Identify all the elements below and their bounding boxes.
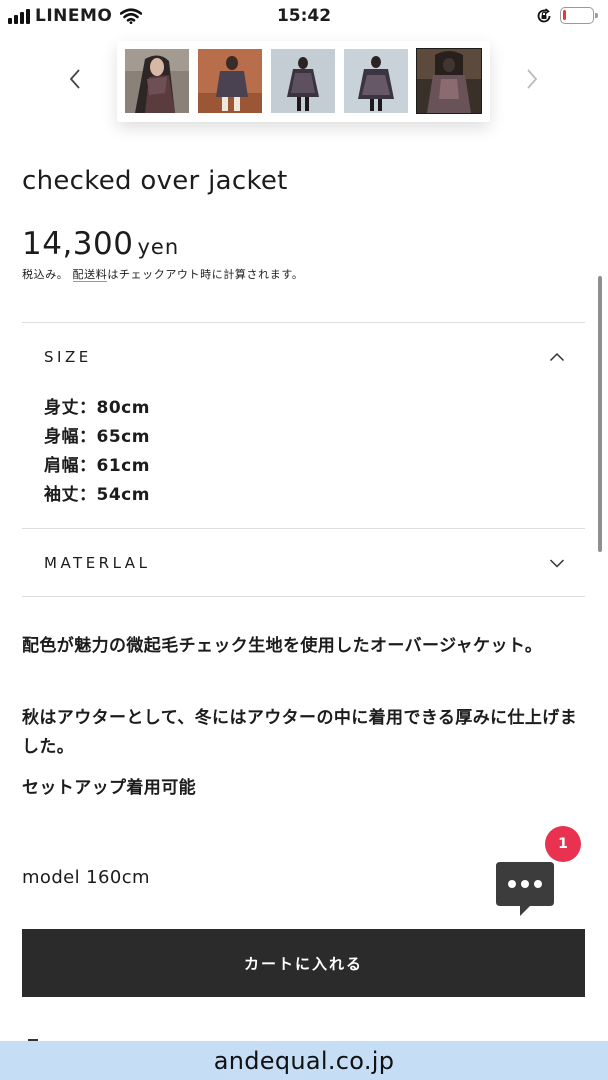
thumbnail-2[interactable]: [198, 49, 262, 113]
chat-bubble-icon[interactable]: [488, 852, 562, 932]
price-currency: yen: [137, 235, 180, 259]
size-details: 身丈：80cm 身幅：65cm 肩幅：61cm 袖丈：54cm: [44, 394, 150, 510]
shipping-link[interactable]: 配送料: [72, 268, 108, 282]
divider: [22, 528, 585, 529]
size-line: 身丈：80cm: [44, 398, 150, 418]
battery-icon: [560, 7, 598, 24]
tax-prefix: 税込み。: [22, 268, 69, 281]
chevron-right-icon: [527, 69, 538, 89]
rotation-lock-icon: [537, 7, 551, 22]
battery-level-fill: [563, 10, 566, 20]
product-title: checked over jacket: [22, 166, 288, 196]
price-value: 14,300: [22, 226, 134, 262]
divider: [22, 596, 585, 597]
gallery-prev-button[interactable]: [63, 64, 87, 94]
size-accordion-label: SIZE: [44, 348, 92, 366]
gallery-next-button[interactable]: [520, 64, 544, 94]
thumbnail-3[interactable]: [271, 49, 335, 113]
price: 14,300 yen: [22, 226, 179, 262]
thumbnail-4[interactable]: [344, 49, 408, 113]
chevron-up-icon: [549, 352, 565, 362]
size-line: 肩幅：61cm: [44, 456, 150, 476]
chevron-down-icon: [549, 559, 565, 568]
description-paragraph: 配色が魅力の微起毛チェック生地を使用したオーバージャケット。: [22, 636, 543, 656]
site-domain-banner: andequal.co.jp: [0, 1041, 608, 1080]
size-line: 袖丈：54cm: [44, 485, 150, 505]
status-right: [536, 7, 598, 24]
divider: [22, 322, 585, 323]
status-time: 15:42: [276, 6, 332, 26]
scroll-indicator: [598, 276, 602, 552]
material-accordion-header[interactable]: MATERLAL: [22, 533, 585, 593]
thumbnail-5[interactable]: [416, 48, 482, 114]
chevron-left-icon: [69, 69, 80, 89]
add-to-cart-button[interactable]: カートに入れる: [22, 929, 585, 997]
site-domain: andequal.co.jp: [213, 1046, 395, 1075]
model-height: model 160cm: [22, 867, 150, 888]
size-line: 身幅：65cm: [44, 427, 150, 447]
tax-shipping-note: 税込み。 配送料はチェックアウト時に計算されます。: [22, 266, 303, 282]
tax-suffix: はチェックアウト時に計算されます。: [107, 268, 304, 281]
product-gallery: [117, 41, 490, 122]
size-accordion-header[interactable]: SIZE: [22, 327, 585, 387]
thumbnail-strip: [125, 48, 482, 114]
thumbnail-1[interactable]: [125, 49, 189, 113]
chat-notification-badge: 1: [545, 826, 581, 862]
status-bar: LINEMO 15:42: [0, 0, 608, 34]
description-paragraph: 秋はアウターとして、冬にはアウターの中に着用できる厚みに仕上げました。: [22, 708, 578, 757]
description-paragraph: セットアップ着用可能: [22, 778, 196, 798]
material-accordion-label: MATERLAL: [44, 554, 151, 572]
